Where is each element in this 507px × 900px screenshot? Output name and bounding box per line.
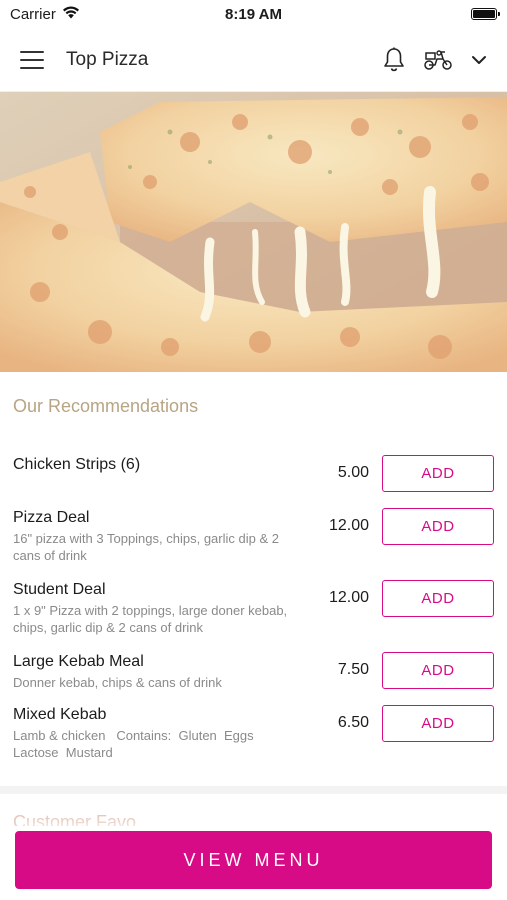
chevron-down-icon[interactable] — [471, 55, 487, 65]
app-header: Top Pizza — [0, 28, 507, 92]
list-item: Student Deal 1 x 9" Pizza with 2 topping… — [0, 580, 507, 652]
carrier-label: Carrier — [10, 5, 56, 23]
add-button[interactable]: ADD — [382, 580, 494, 617]
item-price: 7.50 — [337, 661, 369, 678]
item-price: 6.50 — [337, 714, 369, 731]
status-bar: Carrier 8:19 AM — [0, 0, 507, 28]
item-name: Large Kebab Meal — [13, 653, 144, 670]
item-price: 12.00 — [328, 589, 369, 606]
recommendations-list: Chicken Strips (6) 5.00 ADD Pizza Deal 1… — [0, 455, 507, 775]
item-name: Chicken Strips (6) — [13, 456, 141, 473]
header-actions — [383, 47, 487, 73]
view-menu-button[interactable]: VIEW MENU — [15, 831, 492, 889]
battery-icon — [471, 8, 500, 20]
wifi-icon — [62, 5, 80, 23]
add-button[interactable]: ADD — [382, 652, 494, 689]
list-item: Mixed Kebab Lamb & chicken Contains: Glu… — [0, 705, 507, 775]
section-title-recommendations: Our Recommendations — [13, 396, 199, 416]
item-price: 12.00 — [328, 517, 369, 534]
item-price: 5.00 — [337, 464, 369, 481]
clock: 8:19 AM — [225, 5, 282, 23]
restaurant-title: Top Pizza — [66, 48, 149, 70]
delivery-scooter-icon[interactable] — [423, 49, 453, 71]
list-item: Large Kebab Meal Donner kebab, chips & c… — [0, 652, 507, 705]
item-description: 16" pizza with 3 Toppings, chips, garlic… — [13, 531, 279, 563]
bell-icon[interactable] — [383, 47, 405, 73]
list-item: Chicken Strips (6) 5.00 ADD — [0, 455, 507, 508]
list-item: Pizza Deal 16" pizza with 3 Toppings, ch… — [0, 508, 507, 580]
add-button[interactable]: ADD — [382, 455, 494, 492]
status-left: Carrier — [10, 6, 80, 23]
hamburger-menu-icon[interactable] — [20, 50, 44, 69]
item-name: Student Deal — [13, 581, 106, 598]
add-button[interactable]: ADD — [382, 508, 494, 545]
add-button[interactable]: ADD — [382, 705, 494, 742]
pizza-hero-image — [0, 92, 507, 372]
item-description: 1 x 9" Pizza with 2 toppings, large done… — [13, 603, 288, 635]
item-name: Pizza Deal — [13, 509, 90, 526]
item-description: Donner kebab, chips & cans of drink — [13, 675, 222, 690]
item-name: Mixed Kebab — [13, 706, 107, 723]
section-divider — [0, 786, 507, 794]
next-section-title: Customer Favo — [13, 812, 137, 826]
item-description: Lamb & chicken Contains: Gluten Eggs Lac… — [13, 728, 261, 760]
